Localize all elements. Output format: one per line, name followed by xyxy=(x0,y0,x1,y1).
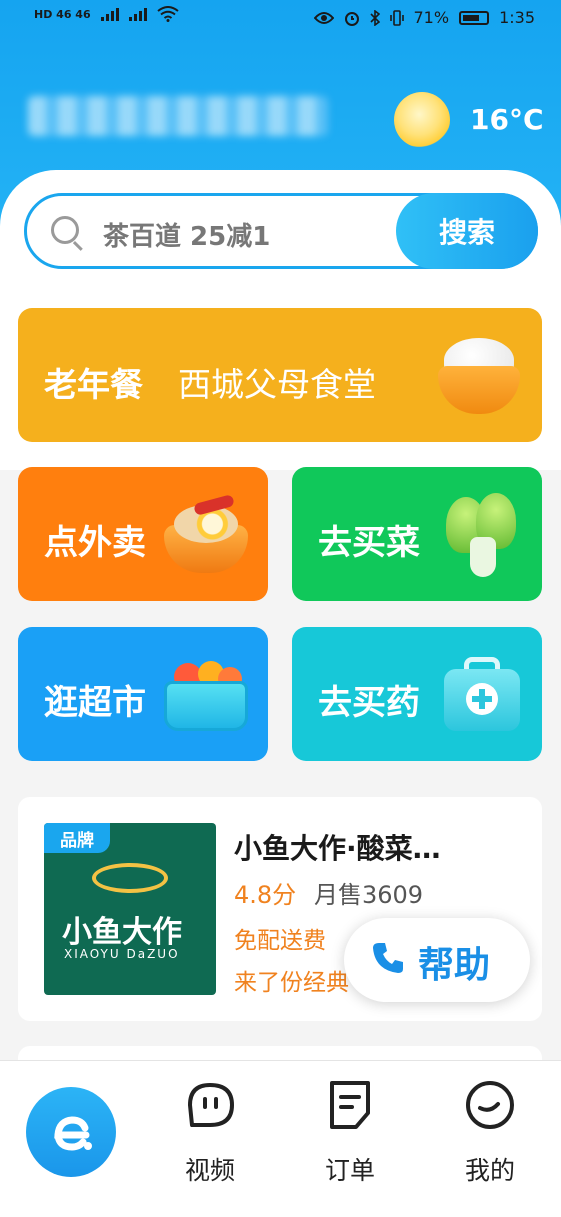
sun-icon xyxy=(394,92,450,148)
shop-name: 小鱼大作·酸菜… xyxy=(234,832,441,865)
network-label: HD 46 46 xyxy=(34,7,91,21)
tab-orders[interactable]: 订单 xyxy=(300,1075,400,1187)
shop-promo: 来了份经典 xyxy=(234,970,349,996)
rice-bowl-icon xyxy=(438,338,520,416)
vibrate-icon xyxy=(389,9,404,26)
search-button[interactable]: 搜索 xyxy=(396,193,538,269)
category-supermarket[interactable]: 逛超市 xyxy=(18,627,268,761)
logo-text: 小鱼大作 xyxy=(62,915,182,950)
elder-meal-place: 西城父母食堂 xyxy=(178,365,376,404)
takeout-bowl-icon xyxy=(164,494,248,573)
tab-home[interactable] xyxy=(26,1087,116,1177)
category-label: 点外卖 xyxy=(44,523,146,563)
logo-text-en: XIAOYU DaZUO xyxy=(64,947,180,961)
phone-icon xyxy=(373,943,403,973)
vegetable-icon xyxy=(446,493,518,577)
shop-monthly-sales: 月售3609 xyxy=(314,881,424,909)
help-label: 帮助 xyxy=(418,945,491,986)
alarm-icon xyxy=(344,11,359,26)
network-indicators: HD 46 46 xyxy=(34,6,179,22)
elder-meal-banner[interactable]: 老年餐 西城父母食堂 xyxy=(18,308,542,442)
category-vegetables[interactable]: 去买菜 xyxy=(292,467,542,601)
shop-logo: 品牌 小鱼大作 XIAOYU DaZUO xyxy=(44,823,216,995)
clock: 1:35 xyxy=(499,8,535,27)
tab-label: 我的 xyxy=(464,1156,515,1185)
eye-icon xyxy=(313,11,334,24)
orders-tab-icon xyxy=(330,1081,370,1129)
home-logo-icon xyxy=(54,1116,92,1151)
category-label: 逛超市 xyxy=(44,683,146,723)
fish-logo-icon xyxy=(92,863,168,893)
tab-video[interactable]: 视频 xyxy=(160,1075,260,1187)
search-icon xyxy=(51,216,79,244)
battery-percent: 71% xyxy=(413,8,450,27)
shop-delivery-fee: 免配送费 xyxy=(234,928,326,954)
location-address-blurred[interactable] xyxy=(28,96,328,136)
category-label: 去买菜 xyxy=(318,523,420,563)
battery-icon xyxy=(459,10,490,25)
tab-bar: 视频 订单 我的 xyxy=(0,1060,561,1217)
medicine-kit-icon xyxy=(444,657,520,733)
wifi-icon xyxy=(157,6,179,22)
brand-tag: 品牌 xyxy=(44,823,110,853)
tab-label: 视频 xyxy=(184,1156,235,1185)
category-takeout[interactable]: 点外卖 xyxy=(18,467,268,601)
category-label: 去买药 xyxy=(318,683,420,723)
status-bar: HD 46 46 71% 1:35 xyxy=(0,0,561,40)
category-medicine[interactable]: 去买药 xyxy=(292,627,542,761)
bluetooth-icon xyxy=(369,9,380,26)
elder-meal-label: 老年餐 xyxy=(44,365,143,404)
status-icons: 71% 1:35 xyxy=(313,8,535,27)
tab-mine[interactable]: 我的 xyxy=(440,1075,540,1187)
search-input[interactable]: 茶百道 25减1 xyxy=(103,216,270,253)
temperature: 16°C xyxy=(470,103,544,136)
search-bar[interactable]: 茶百道 25减1 搜索 xyxy=(24,193,538,269)
tab-label: 订单 xyxy=(324,1156,375,1185)
video-tab-icon xyxy=(188,1083,234,1127)
signal-icon-2 xyxy=(128,7,147,21)
help-button[interactable]: 帮助 xyxy=(344,918,530,1002)
signal-icon xyxy=(100,7,119,21)
profile-tab-icon xyxy=(466,1081,514,1129)
shop-rating: 4.8分 xyxy=(234,881,297,909)
basket-icon xyxy=(164,661,248,731)
